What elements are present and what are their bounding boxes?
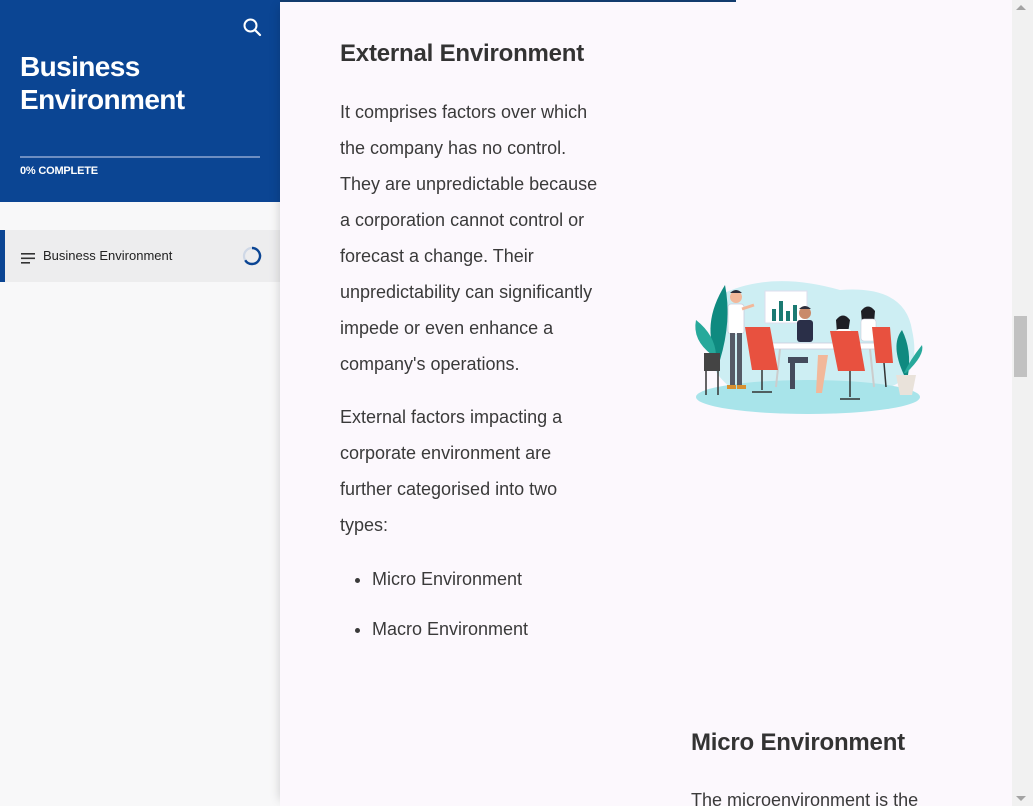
course-title: Business Environment [20,51,185,115]
scrollbar-thumb[interactable] [1014,316,1027,377]
search-icon[interactable] [242,17,262,37]
para-line: company's operations. [340,354,520,374]
para-line: External factors impacting a [340,407,563,427]
lesson-content: External Environment It comprises factor… [280,0,1012,806]
micro-environment-paragraph: The microenvironment is the [691,782,918,806]
list-item: Micro Environment [372,567,528,617]
para-line: corporate environment are [340,443,552,463]
in-progress-ring-icon [242,246,262,266]
page-scrollbar[interactable] [1012,0,1033,806]
para-line: a corporation cannot control or [340,210,585,230]
micro-environment-heading: Micro Environment [691,729,905,756]
para-line: They are unpredictable because [340,174,598,194]
external-environment-paragraph: It comprises factors over which the comp… [340,94,597,382]
team-meeting-illustration [695,281,923,414]
external-environment-heading: External Environment [340,40,585,67]
para-line: It comprises factors over which [340,102,588,122]
course-sidebar: Business Environment 0% COMPLETE Busines… [0,0,280,806]
para-line: forecast a change. Their [340,246,534,266]
course-progress-label: 0% COMPLETE [20,165,98,177]
para-line: impede or even enhance a [340,318,554,338]
scroll-down-arrow-icon[interactable] [1016,796,1026,801]
para-line: unpredictability can significantly [340,282,593,302]
sidebar-header: Business Environment 0% COMPLETE [0,0,280,202]
list-item: Macro Environment [372,617,528,667]
environment-types-list: Micro Environment Macro Environment [340,567,528,667]
para-line: further categorised into two [340,479,558,499]
para-line: the company has no control. [340,138,567,158]
lesson-label: Business Environment [43,248,173,263]
lines-icon [21,251,35,264]
para-line: types: [340,515,389,535]
sidebar-lesson-business-environment[interactable]: Business Environment [0,230,280,282]
scroll-up-arrow-icon[interactable] [1016,5,1026,10]
course-progress-bar [20,156,260,158]
lesson-scroll-progress [280,0,736,2]
external-factors-paragraph: External factors impacting a corporate e… [340,399,562,543]
para-line: The microenvironment is the [691,790,919,806]
